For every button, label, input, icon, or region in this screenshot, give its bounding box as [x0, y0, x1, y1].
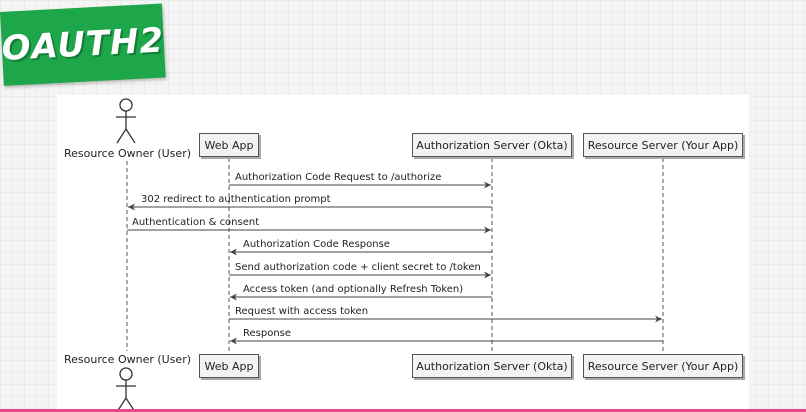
participant-resource-server-top: Resource Server (Your App) [583, 133, 743, 157]
participant-web-app-top: Web App [199, 133, 259, 157]
participant-auth-server-bottom: Authorization Server (Okta) [412, 354, 572, 378]
message-label-7: Request with access token [235, 306, 369, 317]
sequence-diagram: Resource Owner (User) Web App Authorizat… [57, 95, 749, 412]
message-label-3: Authentication & consent [132, 217, 260, 228]
actor-icon-bottom [116, 367, 136, 412]
message-label-6: Access token (and optionally Refresh Tok… [243, 284, 464, 295]
message-label-2: 302 redirect to authentication prompt [141, 194, 331, 205]
participant-web-app-bottom: Web App [199, 354, 259, 378]
actor-icon-top [116, 98, 136, 144]
message-label-8: Response [243, 328, 292, 339]
participant-resource-server-bottom: Resource Server (Your App) [583, 354, 743, 378]
message-label-1: Authorization Code Request to /authorize [235, 172, 442, 183]
actor-label-bottom: Resource Owner (User) [64, 353, 192, 366]
actor-label-top: Resource Owner (User) [64, 147, 192, 160]
participant-auth-server-top: Authorization Server (Okta) [412, 133, 572, 157]
oauth2-logo: OAUTH2 [0, 3, 166, 86]
message-label-4: Authorization Code Response [243, 239, 390, 250]
logo-text: OAUTH2 [0, 20, 166, 69]
message-label-5: Send authorization code + client secret … [235, 262, 481, 273]
